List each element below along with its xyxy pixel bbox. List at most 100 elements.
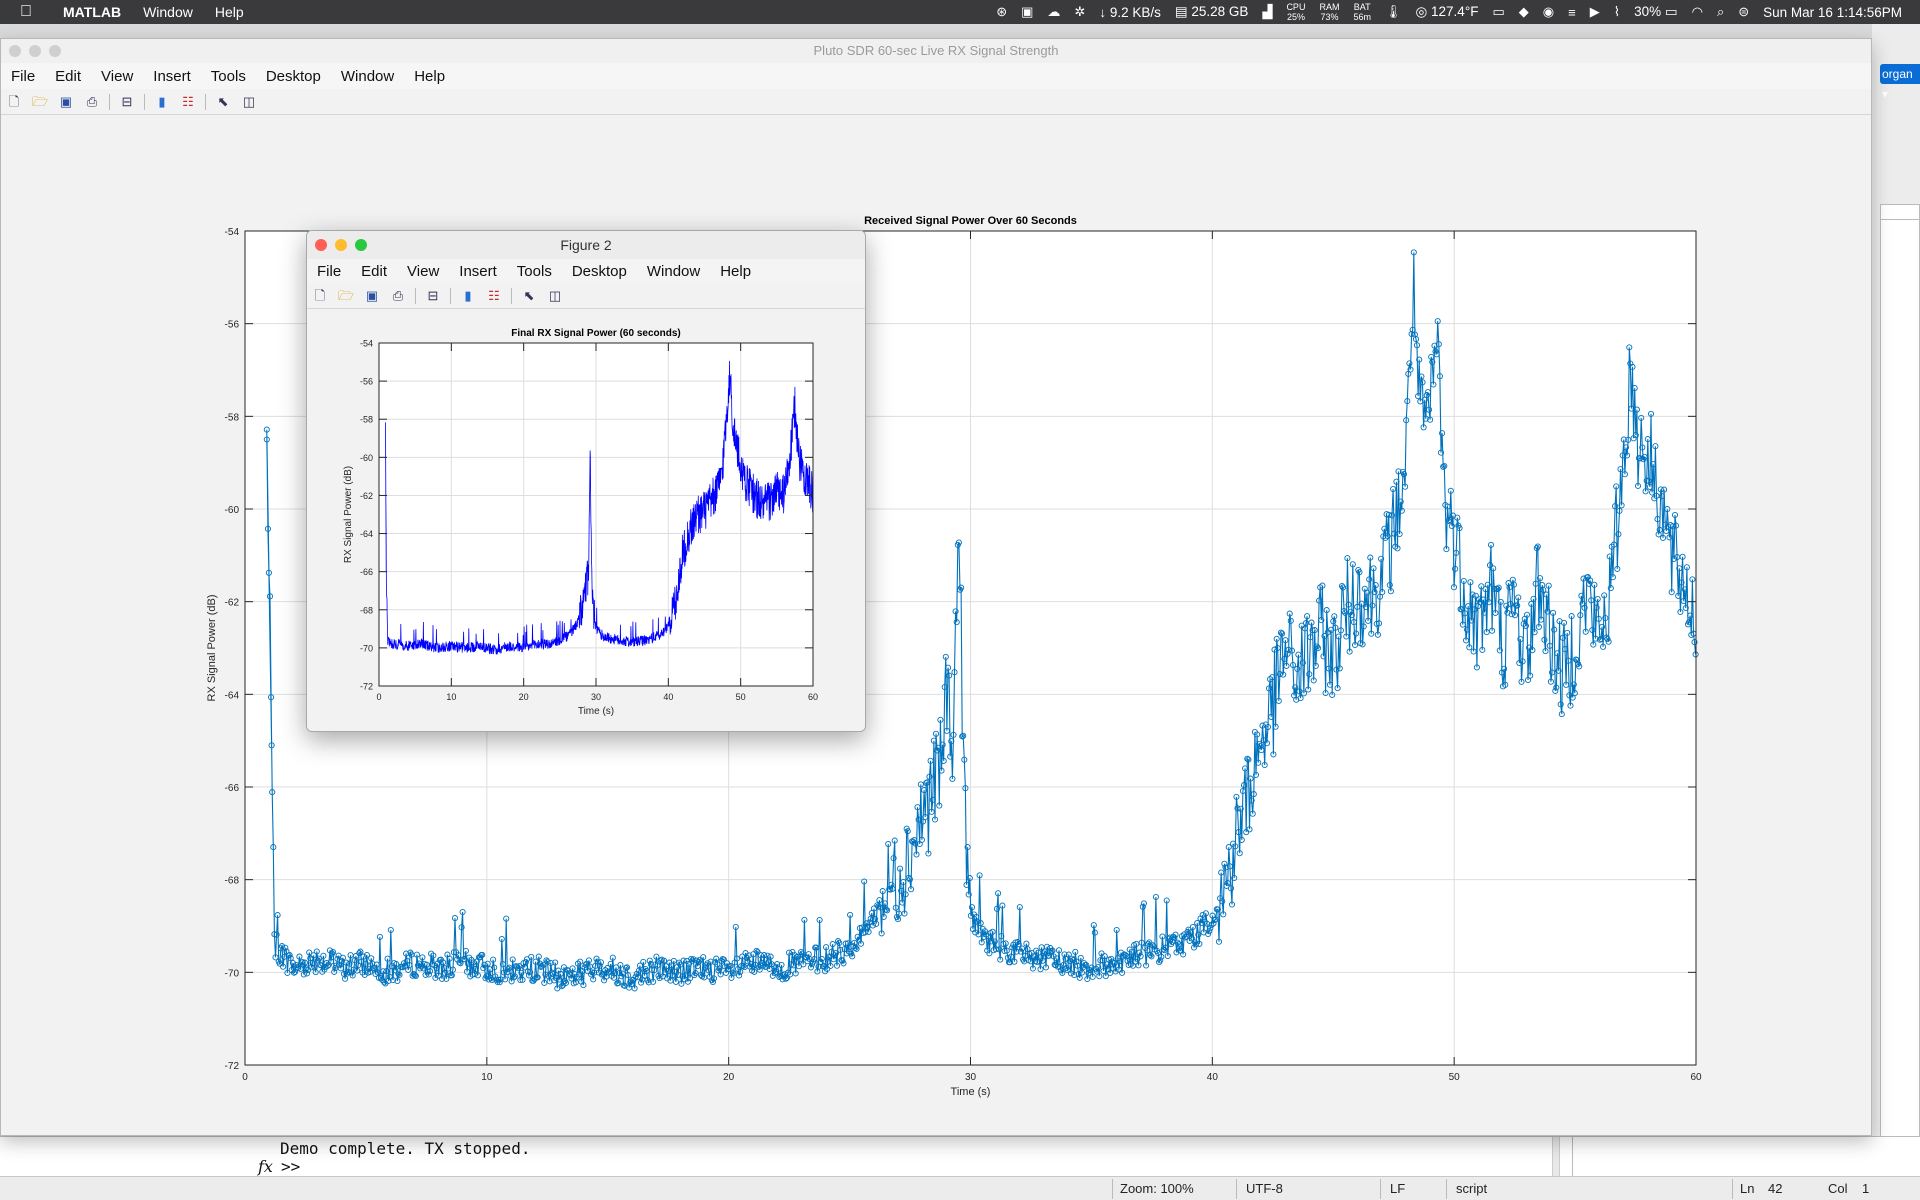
ram-value: 73% <box>1320 12 1339 22</box>
menu-edit[interactable]: Edit <box>45 68 91 85</box>
y-tick-label: -72 <box>225 1061 240 1072</box>
x-tick-label: 60 <box>808 692 818 702</box>
print-icon[interactable]: ⎙ <box>83 93 101 111</box>
toolbar-separator <box>109 93 110 110</box>
menu-edit[interactable]: Edit <box>351 263 397 280</box>
command-prompt-line[interactable]: fx >> <box>258 1157 300 1176</box>
menubar-datetime[interactable]: Sun Mar 16 1:14:56PM <box>1763 5 1902 20</box>
zoom-button[interactable] <box>355 239 367 251</box>
menu-window[interactable]: Window <box>637 263 710 280</box>
list-icon[interactable]: ≡ <box>1568 5 1576 20</box>
gear-icon[interactable]: ✲ <box>1074 4 1085 20</box>
legend-icon[interactable]: ☷ <box>485 287 503 305</box>
weather-icon[interactable]: ☁ <box>1047 4 1060 20</box>
memory-chip-icon: ▤ <box>1174 4 1188 19</box>
menubar-item-window[interactable]: Window <box>132 4 204 20</box>
open-folder-icon[interactable]: 🗁 <box>337 287 355 305</box>
cpu-meter[interactable]: CPU 25% <box>1286 2 1305 22</box>
menubar-app-name[interactable]: MATLAB <box>52 4 132 20</box>
status-file-type[interactable]: script <box>1456 1181 1487 1196</box>
print-icon[interactable]: ⎙ <box>389 287 407 305</box>
minimize-button[interactable] <box>335 239 347 251</box>
plot-main[interactable]: 0 10 20 30 40 50 60 -72 -70 -68 -66 -64 -62 -60 -58 -56… <box>1 115 1872 1136</box>
temperature[interactable]: ◎ 127.4°F <box>1415 4 1478 20</box>
disk-usage[interactable]: ▤ 25.28 GB <box>1175 4 1249 20</box>
zoom-button[interactable] <box>49 45 61 57</box>
status-col-label: Col <box>1828 1181 1848 1196</box>
openai-icon[interactable]: ⊛ <box>996 4 1007 20</box>
control-center-icon[interactable]: ⊜ <box>1738 4 1749 20</box>
status-eol[interactable]: LF <box>1390 1181 1405 1196</box>
battery-status[interactable]: 30% ▭ <box>1634 4 1678 20</box>
x-tick-label: 10 <box>446 692 456 702</box>
command-prompt: >> <box>280 1157 301 1176</box>
pointer-icon[interactable]: ⬉ <box>214 93 232 111</box>
print-preview-icon[interactable]: ⊟ <box>118 93 136 111</box>
fingerprint-icon[interactable]: ◉ <box>1543 4 1554 20</box>
activity-monitor-icon[interactable]: ▟ <box>1262 4 1272 20</box>
status-col-number[interactable]: 1 <box>1862 1181 1869 1196</box>
function-browser-icon[interactable]: fx <box>258 1157 273 1176</box>
x-tick-label: 30 <box>965 1072 977 1083</box>
search-icon[interactable]: ⌕ <box>1717 4 1724 20</box>
legend-icon[interactable]: ☷ <box>179 93 197 111</box>
account-button[interactable]: organ ▾ <box>1880 64 1920 101</box>
menu-file[interactable]: File <box>1 68 45 85</box>
close-button[interactable] <box>9 45 21 57</box>
cpu-value: 25% <box>1286 12 1305 22</box>
status-line-number[interactable]: 42 <box>1768 1181 1782 1196</box>
network-rate[interactable]: ↓ 9.2 KB/s <box>1099 5 1161 20</box>
pointer-icon[interactable]: ⬉ <box>520 287 538 305</box>
menu-desktop[interactable]: Desktop <box>562 263 637 280</box>
menu-help[interactable]: Help <box>404 68 455 85</box>
x-tick-label: 0 <box>242 1072 248 1083</box>
play-icon[interactable]: ▶ <box>1590 4 1600 20</box>
display-icon[interactable]: ▭ <box>1492 4 1504 20</box>
menu-window[interactable]: Window <box>331 68 404 85</box>
panel-splitter[interactable] <box>1552 1137 1560 1177</box>
performance-icon[interactable]: ⌇ <box>1614 4 1620 20</box>
save-icon[interactable]: ▣ <box>57 93 75 111</box>
close-button[interactable] <box>315 239 327 251</box>
dropbox-icon[interactable]: ◆ <box>1519 4 1529 20</box>
save-icon[interactable]: ▣ <box>363 287 381 305</box>
apple-icon[interactable]:  <box>0 3 52 21</box>
figure-window-main: Pluto SDR 60-sec Live RX Signal Strength… <box>0 38 1872 1136</box>
menu-insert[interactable]: Insert <box>143 68 201 85</box>
menu-view[interactable]: View <box>397 263 449 280</box>
plot-final[interactable]: 0 10 20 30 40 50 60 -72 -70 -68 -66 -64 -62 -60 -58 -56… <box>307 309 866 732</box>
property-inspector-icon[interactable]: ◫ <box>546 287 564 305</box>
status-encoding[interactable]: UTF-8 <box>1246 1181 1283 1196</box>
figure-menu-bar: File Edit View Insert Tools Desktop Wind… <box>1 63 1871 89</box>
menubar-status-area: ⊛ ▣ ☁ ✲ ↓ 9.2 KB/s ▤ 25.28 GB ▟ CPU 25% R… <box>996 2 1920 22</box>
panel-content-area <box>1880 219 1920 1179</box>
menu-tools[interactable]: Tools <box>507 263 562 280</box>
status-separator <box>1236 1179 1237 1199</box>
menubar-item-help[interactable]: Help <box>204 4 255 20</box>
open-folder-icon[interactable]: 🗁 <box>31 93 49 111</box>
toolbar-separator <box>144 93 145 110</box>
status-zoom[interactable]: Zoom: 100% <box>1120 1181 1194 1196</box>
menu-file[interactable]: File <box>307 263 351 280</box>
print-preview-icon[interactable]: ⊟ <box>424 287 442 305</box>
window-titlebar[interactable]: Pluto SDR 60-sec Live RX Signal Strength <box>1 39 1871 63</box>
menu-view[interactable]: View <box>91 68 143 85</box>
new-file-icon[interactable]: 🗋 <box>5 93 23 111</box>
window-titlebar[interactable]: Figure 2 <box>307 231 865 259</box>
colorbar-icon[interactable]: ▮ <box>459 287 477 305</box>
ram-meter[interactable]: RAM 73% <box>1319 2 1339 22</box>
bat-meter[interactable]: BAT 56m <box>1353 2 1371 22</box>
colorbar-icon[interactable]: ▮ <box>153 93 171 111</box>
thermometer-icon[interactable]: 🌡 <box>1385 4 1402 20</box>
window-title: Pluto SDR 60-sec Live RX Signal Strength <box>813 43 1059 58</box>
messages-icon[interactable]: ▣ <box>1021 4 1033 20</box>
menu-insert[interactable]: Insert <box>449 263 507 280</box>
menu-help[interactable]: Help <box>710 263 761 280</box>
y-tick-label: -66 <box>360 567 373 577</box>
property-inspector-icon[interactable]: ◫ <box>240 93 258 111</box>
menu-tools[interactable]: Tools <box>201 68 256 85</box>
menu-desktop[interactable]: Desktop <box>256 68 331 85</box>
wifi-icon[interactable]: ◠ <box>1692 4 1703 20</box>
new-file-icon[interactable]: 🗋 <box>311 287 329 305</box>
minimize-button[interactable] <box>29 45 41 57</box>
